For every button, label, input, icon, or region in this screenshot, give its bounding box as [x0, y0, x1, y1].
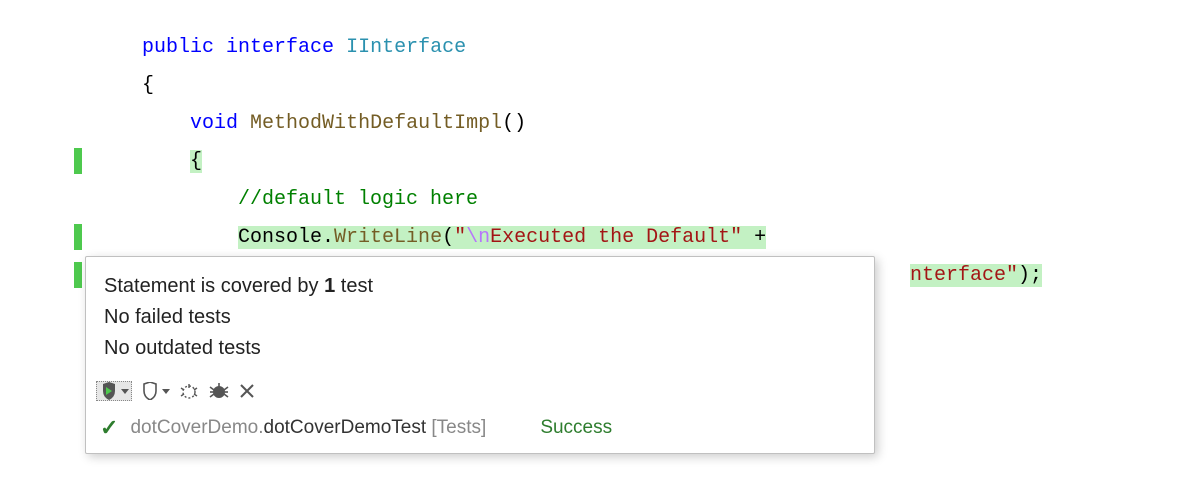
debug-button[interactable] [178, 382, 200, 400]
checkmark-icon: ✓ [100, 415, 118, 441]
console-class: Console [238, 226, 322, 249]
comment: //default logic here [238, 188, 478, 211]
no-outdated-tests: No outdated tests [104, 333, 856, 364]
keyword-void: void [190, 112, 238, 135]
test-path[interactable]: dotCoverDemo.dotCoverDemoTest [Tests] [130, 417, 486, 439]
test-status: Success [540, 417, 612, 439]
no-failed-tests: No failed tests [104, 302, 856, 333]
shield-icon [140, 382, 160, 400]
writeline-method: WriteLine [334, 226, 442, 249]
code-line: public interface IInterface [0, 28, 1200, 66]
popup-body: Statement is covered by 1 test No failed… [86, 257, 874, 374]
code-line: Console.WriteLine("\nExecuted the Defaul… [0, 218, 1200, 256]
test-count: 1 [324, 275, 335, 297]
run-tests-dropdown[interactable] [96, 381, 132, 401]
popup-toolbar [86, 374, 874, 405]
brace-highlighted: { [190, 150, 202, 173]
coverage-dropdown[interactable] [140, 382, 170, 400]
code-editor[interactable]: public interface IInterface { void Metho… [0, 28, 1200, 294]
chevron-down-icon [121, 389, 129, 394]
method-name: MethodWithDefaultImpl [250, 112, 502, 135]
debug-filled-button[interactable] [208, 382, 230, 400]
coverage-marker[interactable] [74, 148, 82, 174]
code-line: //default logic here [0, 180, 1200, 218]
coverage-marker[interactable] [74, 262, 82, 288]
remove-button[interactable] [238, 382, 256, 400]
coverage-summary-line: Statement is covered by 1 test [104, 271, 856, 302]
code-line: { [0, 142, 1200, 180]
bug-filled-icon [208, 382, 230, 400]
coverage-popup: Statement is covered by 1 test No failed… [85, 256, 875, 454]
code-line: { [0, 66, 1200, 104]
keyword-interface: interface [226, 36, 334, 59]
chevron-down-icon [162, 389, 170, 394]
coverage-marker[interactable] [74, 224, 82, 250]
shield-run-icon [99, 382, 119, 400]
parens: () [502, 112, 526, 135]
popup-footer: ✓ dotCoverDemo.dotCoverDemoTest [Tests] … [86, 405, 874, 453]
type-name: IInterface [346, 36, 466, 59]
brace: { [142, 74, 154, 97]
keyword-public: public [142, 36, 214, 59]
close-icon [238, 382, 256, 400]
code-line: void MethodWithDefaultImpl() [0, 104, 1200, 142]
bug-outline-icon [178, 382, 200, 400]
